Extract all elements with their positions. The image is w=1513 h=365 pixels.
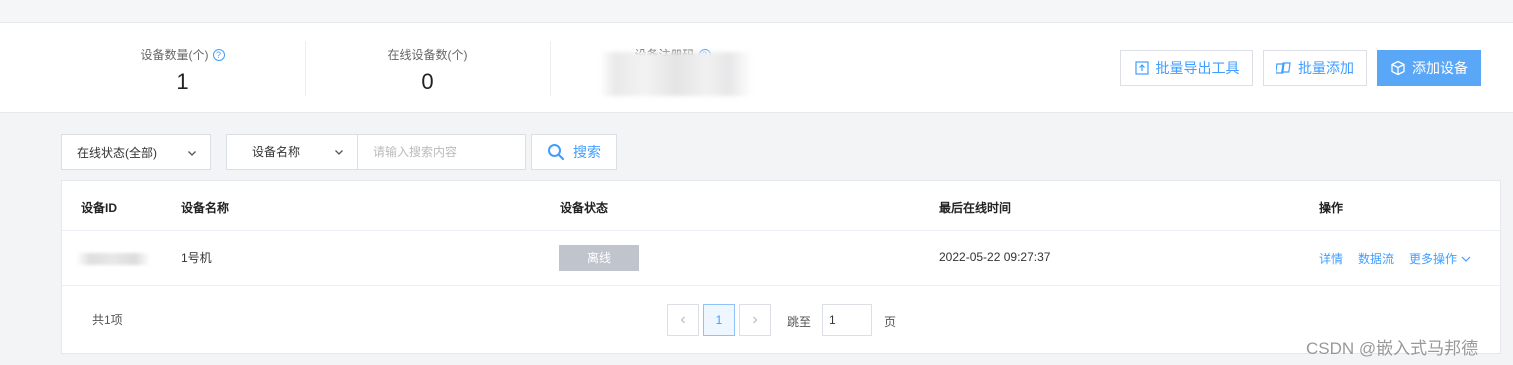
stat-device-count-value: 1 bbox=[176, 69, 189, 94]
search-combo: 设备名称 bbox=[226, 134, 526, 170]
device-name-cell: 1号机 bbox=[181, 251, 212, 265]
export-icon bbox=[1134, 61, 1149, 75]
data-stream-link[interactable]: 数据流 bbox=[1358, 250, 1394, 267]
table-row: 1号机 离线 2022-05-22 09:27:37 详情 数据流 更多操作 bbox=[62, 231, 1500, 286]
last-online-cell: 2022-05-22 09:27:37 bbox=[939, 250, 1051, 264]
stat-online-count-value: 0 bbox=[421, 69, 434, 94]
page-number-label: 1 bbox=[715, 313, 723, 327]
batch-add-label: 批量添加 bbox=[1298, 60, 1354, 76]
more-actions-label: 更多操作 bbox=[1409, 252, 1458, 266]
cube-icon bbox=[1391, 60, 1405, 76]
search-input[interactable] bbox=[359, 135, 525, 169]
divider bbox=[305, 41, 306, 96]
chevron-right-icon: › bbox=[752, 311, 758, 328]
search-icon bbox=[548, 144, 565, 161]
search-button[interactable]: 搜索 bbox=[531, 134, 617, 170]
column-header-device-name: 设备名称 bbox=[181, 201, 230, 215]
page-number[interactable]: 1 bbox=[703, 304, 735, 336]
jump-to-label: 跳至 bbox=[787, 315, 812, 329]
column-header-last-online: 最后在线时间 bbox=[939, 201, 1012, 215]
search-button-label: 搜索 bbox=[573, 144, 601, 160]
register-code-redacted bbox=[600, 52, 752, 96]
help-icon[interactable]: ? bbox=[212, 49, 225, 61]
stat-online-count-label: 在线设备数(个) bbox=[387, 48, 468, 62]
column-header-device-id: 设备ID bbox=[81, 201, 118, 215]
stat-device-count: 设备数量(个)? 1 bbox=[80, 23, 285, 114]
batch-add-button[interactable]: 批量添加 bbox=[1263, 50, 1367, 86]
chevron-down-icon bbox=[335, 150, 343, 155]
detail-link[interactable]: 详情 bbox=[1319, 250, 1343, 267]
batch-add-icon bbox=[1276, 62, 1291, 74]
status-select[interactable]: 在线状态(全部) bbox=[61, 134, 211, 170]
export-tool-button[interactable]: 批量导出工具 bbox=[1120, 50, 1253, 86]
field-select[interactable]: 设备名称 bbox=[227, 135, 358, 169]
field-select-value: 设备名称 bbox=[252, 145, 301, 159]
table-header: 设备ID 设备名称 设备状态 最后在线时间 操作 bbox=[62, 181, 1500, 231]
page-unit-label: 页 bbox=[884, 315, 897, 329]
stats-bar: 设备数量(个)? 1 在线设备数(个) 0 设备注册码? 批量导出工具 批量添加… bbox=[0, 22, 1513, 113]
divider bbox=[550, 41, 551, 96]
chevron-left-icon: ‹ bbox=[680, 311, 686, 328]
next-page-button[interactable]: › bbox=[739, 304, 771, 336]
chevron-down-icon bbox=[188, 151, 196, 156]
stat-device-count-label-row: 设备数量(个)? bbox=[80, 46, 285, 63]
watermark: CSDN @嵌入式马邦德 bbox=[1306, 339, 1479, 358]
prev-page-button[interactable]: ‹ bbox=[667, 304, 699, 336]
device-table: 设备ID 设备名称 设备状态 最后在线时间 操作 1号机 离线 2022-05-… bbox=[61, 180, 1501, 354]
export-tool-label: 批量导出工具 bbox=[1155, 60, 1240, 76]
column-header-actions: 操作 bbox=[1319, 201, 1344, 215]
status-select-value: 在线状态(全部) bbox=[77, 145, 157, 160]
device-id-redacted bbox=[76, 253, 150, 265]
add-device-button[interactable]: 添加设备 bbox=[1377, 50, 1481, 86]
add-device-label: 添加设备 bbox=[1412, 60, 1468, 76]
more-actions-dropdown[interactable]: 更多操作 bbox=[1409, 250, 1472, 267]
chevron-down-icon bbox=[1461, 256, 1471, 262]
status-badge: 离线 bbox=[559, 245, 639, 271]
column-header-status: 设备状态 bbox=[560, 201, 609, 215]
jump-page-input[interactable] bbox=[822, 304, 872, 336]
total-count: 共1项 bbox=[92, 313, 123, 327]
top-strip bbox=[0, 0, 1513, 22]
stat-device-count-label: 设备数量(个) bbox=[140, 48, 209, 62]
stat-online-count: 在线设备数(个) 0 bbox=[325, 23, 530, 114]
